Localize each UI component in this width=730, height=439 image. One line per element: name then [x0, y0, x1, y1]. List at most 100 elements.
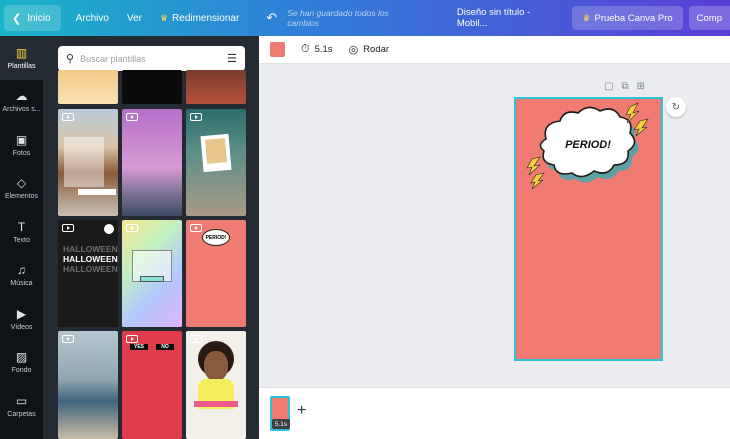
sidebar-item-label: Elementos: [4, 193, 39, 201]
period-burst-thumb: PERIOD!: [202, 229, 230, 246]
template-thumbnail[interactable]: PERIOD!: [186, 220, 246, 327]
try-pro-button[interactable]: ♛ Prueba Canva Pro: [572, 6, 683, 30]
chevron-left-icon: ❮: [12, 12, 22, 25]
home-button[interactable]: ❮ Inicio: [4, 5, 61, 31]
template-thumbnail[interactable]: [186, 331, 246, 439]
duration-label: 5.1s: [314, 44, 333, 55]
sidebar-item-label: Carpetas: [7, 410, 36, 418]
video-badge-icon: [190, 224, 202, 232]
halloween-echo-text: HALLOWEEN: [63, 244, 118, 254]
upload-icon: ☁: [15, 89, 28, 104]
template-thumbnail[interactable]: [58, 331, 118, 439]
sidebar-item-label: Vídeos: [10, 323, 33, 331]
template-thumbnail[interactable]: [58, 109, 118, 216]
video-badge-icon: [190, 335, 202, 343]
page-tools: ▢ ⧉ ⊞: [604, 81, 645, 92]
resize-label: Redimensionar: [172, 12, 240, 24]
add-note-icon[interactable]: ▢: [604, 81, 613, 92]
editor-toolbar: ⏱ 5.1s ◎ Rodar: [259, 36, 730, 64]
person-face: [204, 351, 228, 381]
no-label: NO: [156, 344, 174, 350]
share-button[interactable]: Comp: [688, 6, 730, 30]
video-badge-icon: [190, 113, 202, 121]
side-rail: ▥ Plantillas ☁ Archivos s... ▣ Fotos ◇ E…: [0, 36, 43, 439]
timeline: 5.1s +: [259, 387, 730, 439]
photos-icon: ▣: [15, 132, 28, 147]
timer-icon: ⏱: [301, 43, 310, 55]
skull-icon: [104, 224, 114, 234]
sidebar-item-background[interactable]: ▨ Fondo: [0, 341, 43, 385]
file-menu-button[interactable]: Archivo: [67, 5, 118, 31]
sidebar-item-uploads[interactable]: ☁ Archivos s...: [0, 80, 43, 124]
lightning-bolt-icon: [526, 156, 541, 176]
duration-button[interactable]: ⏱ 5.1s: [301, 43, 333, 56]
template-search-input[interactable]: [80, 53, 211, 64]
sidebar-item-text[interactable]: T Texto: [0, 210, 43, 254]
lightning-bolt-icon: [633, 118, 649, 137]
sidebar-item-music[interactable]: ♫ Música: [0, 254, 43, 298]
crown-icon: ♛: [159, 12, 169, 23]
template-thumbnail[interactable]: [122, 70, 182, 104]
video-badge-icon: [126, 224, 138, 232]
sidebar-item-folders[interactable]: ▭ Carpetas: [0, 384, 43, 428]
sidebar-item-label: Fondo: [11, 367, 32, 375]
text-icon: T: [17, 219, 26, 234]
template-thumbnail[interactable]: [186, 109, 246, 216]
sidebar-item-videos[interactable]: ▶ Vídeos: [0, 297, 43, 341]
elements-icon: ◇: [16, 176, 27, 191]
video-badge-icon: [62, 335, 74, 343]
sidebar-item-label: Archivos s...: [2, 106, 41, 114]
yes-label: YES: [130, 344, 148, 350]
video-badge-icon: [62, 113, 74, 121]
add-page-button[interactable]: +: [297, 402, 306, 420]
view-menu-button[interactable]: Ver: [118, 5, 151, 31]
design-artwork: PERIOD!: [526, 102, 649, 190]
template-thumbnail[interactable]: [58, 70, 118, 104]
try-pro-label: Prueba Canva Pro: [594, 12, 673, 24]
undo-icon: ↶: [266, 10, 278, 25]
rotate-icon: ↻: [671, 101, 681, 113]
search-icon: ⚲: [66, 53, 75, 65]
timeline-duration-badge: 5.1s: [272, 419, 290, 429]
template-search-bar[interactable]: ⚲ ☰: [58, 46, 245, 71]
template-thumbnail[interactable]: YES NO: [122, 331, 182, 439]
animate-label: Rodar: [363, 44, 390, 55]
video-badge-icon: [62, 224, 74, 232]
burst-text: PERIOD!: [565, 139, 611, 151]
resize-button[interactable]: ♛ Redimensionar: [151, 5, 248, 31]
folder-icon: ▭: [15, 393, 28, 408]
lightning-bolt-icon: [530, 172, 545, 190]
save-status: Se han guardado todos los cambios: [287, 8, 389, 28]
sidebar-item-label: Texto: [13, 236, 30, 244]
templates-panel: ⚲ ☰ HALLOWEEN HALLOWEEN HALLOWEEN PER: [43, 36, 259, 439]
top-bar: ❮ Inicio Archivo Ver ♛ Redimensionar ↶ S…: [0, 0, 730, 36]
duplicate-page-icon[interactable]: ⧉: [621, 81, 628, 92]
design-page[interactable]: PERIOD!: [514, 97, 663, 361]
sidebar-item-label: Plantillas: [7, 62, 36, 70]
video-icon: ▶: [16, 306, 27, 321]
template-thumbnail[interactable]: [186, 70, 246, 104]
sidebar-item-label: Música: [10, 280, 33, 288]
templates-icon: ▥: [15, 45, 28, 60]
filter-icon[interactable]: ☰: [227, 52, 237, 65]
background-color-swatch[interactable]: [270, 42, 285, 57]
template-thumbnail[interactable]: HALLOWEEN HALLOWEEN HALLOWEEN: [58, 220, 118, 327]
animate-icon: ◎: [348, 44, 359, 56]
add-page-icon[interactable]: ⊞: [637, 81, 645, 92]
sidebar-item-photos[interactable]: ▣ Fotos: [0, 123, 43, 167]
template-thumbnail[interactable]: [122, 109, 182, 216]
undo-button[interactable]: ↶: [260, 5, 283, 31]
video-badge-icon: [126, 335, 138, 343]
home-label: Inicio: [27, 12, 51, 24]
rotate-handle[interactable]: ↻: [666, 97, 686, 117]
sidebar-item-elements[interactable]: ◇ Elementos: [0, 167, 43, 211]
document-title[interactable]: Diseño sin título - Mobil...: [457, 7, 561, 29]
halloween-echo-text: HALLOWEEN: [63, 264, 118, 274]
crown-icon: ♛: [582, 12, 591, 23]
animate-button[interactable]: ◎ Rodar: [349, 43, 389, 56]
sidebar-item-templates[interactable]: ▥ Plantillas: [0, 36, 43, 80]
template-thumbnail[interactable]: [122, 220, 182, 327]
video-badge-icon: [126, 113, 138, 121]
sidebar-item-label: Fotos: [12, 149, 31, 157]
halloween-text: HALLOWEEN: [63, 254, 118, 264]
